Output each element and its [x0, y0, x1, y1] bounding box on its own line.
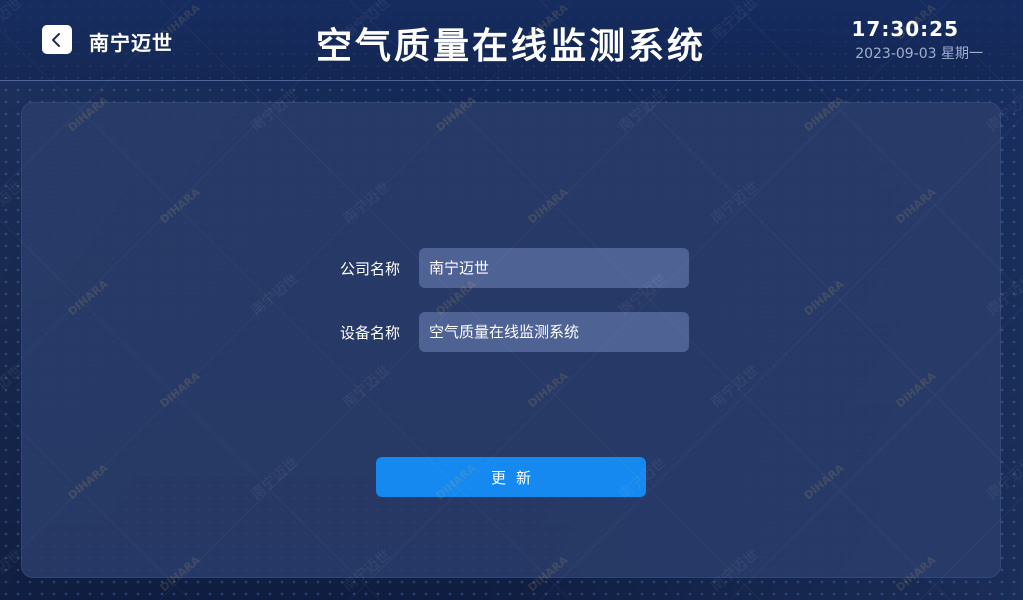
device-name-field[interactable]	[419, 312, 689, 352]
header-divider	[0, 80, 1023, 81]
company-name-label: 公司名称	[339, 260, 400, 278]
back-button[interactable]	[42, 25, 72, 54]
device-name-label: 设备名称	[339, 324, 400, 342]
clock-date: 2023-09-03 星期一	[855, 46, 983, 62]
brand-name: 南宁迈世	[89, 31, 173, 55]
app-title: 空气质量在线监测系统	[315, 26, 706, 67]
chevron-left-icon	[50, 32, 64, 48]
header-bar: 南宁迈世 空气质量在线监测系统 17:30:25 2023-09-03 星期一	[0, 0, 1023, 80]
clock-time: 17:30:25	[851, 17, 959, 41]
update-button[interactable]: 更新	[376, 457, 646, 497]
company-name-field[interactable]	[419, 248, 689, 288]
